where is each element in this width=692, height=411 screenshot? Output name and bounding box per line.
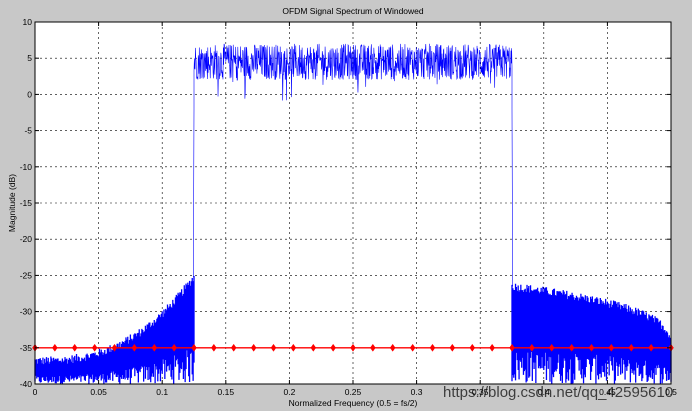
y-tick-label: -35 [20,343,33,353]
y-tick-label: -20 [20,234,33,244]
y-tick-label: -5 [24,126,32,136]
watermark: https://blog.csdn.net/qq_42595610 [443,384,673,401]
x-tick-label: 0.1 [156,387,168,397]
y-tick-label: 0 [27,89,32,99]
chart-title: OFDM Signal Spectrum of Windowed [282,6,424,16]
y-tick-label: -10 [20,162,33,172]
x-tick-label: 0.05 [90,387,107,397]
x-tick-label: 0.15 [218,387,235,397]
spectrum-chart: 0 0.05 0.1 0.15 0.2 0.25 0.3 0.35 0.4 0.45 0.5 105… [0,0,692,411]
x-axis-label: Normalized Frequency (0.5 = fs/2) [289,398,418,408]
y-axis-label: Magnitude (dB) [7,174,17,232]
x-tick-label: 0 [33,387,38,397]
y-tick-label: -25 [20,270,33,280]
x-tick-label: 0.3 [411,387,423,397]
y-tick-label: 5 [27,53,32,63]
x-tick-label: 0.25 [345,387,362,397]
y-tick-label: 10 [23,17,33,27]
x-tick-label: 0.2 [283,387,295,397]
y-tick-label: -40 [20,379,33,389]
y-tick-label: -30 [20,307,33,317]
y-tick-label: -15 [20,198,33,208]
